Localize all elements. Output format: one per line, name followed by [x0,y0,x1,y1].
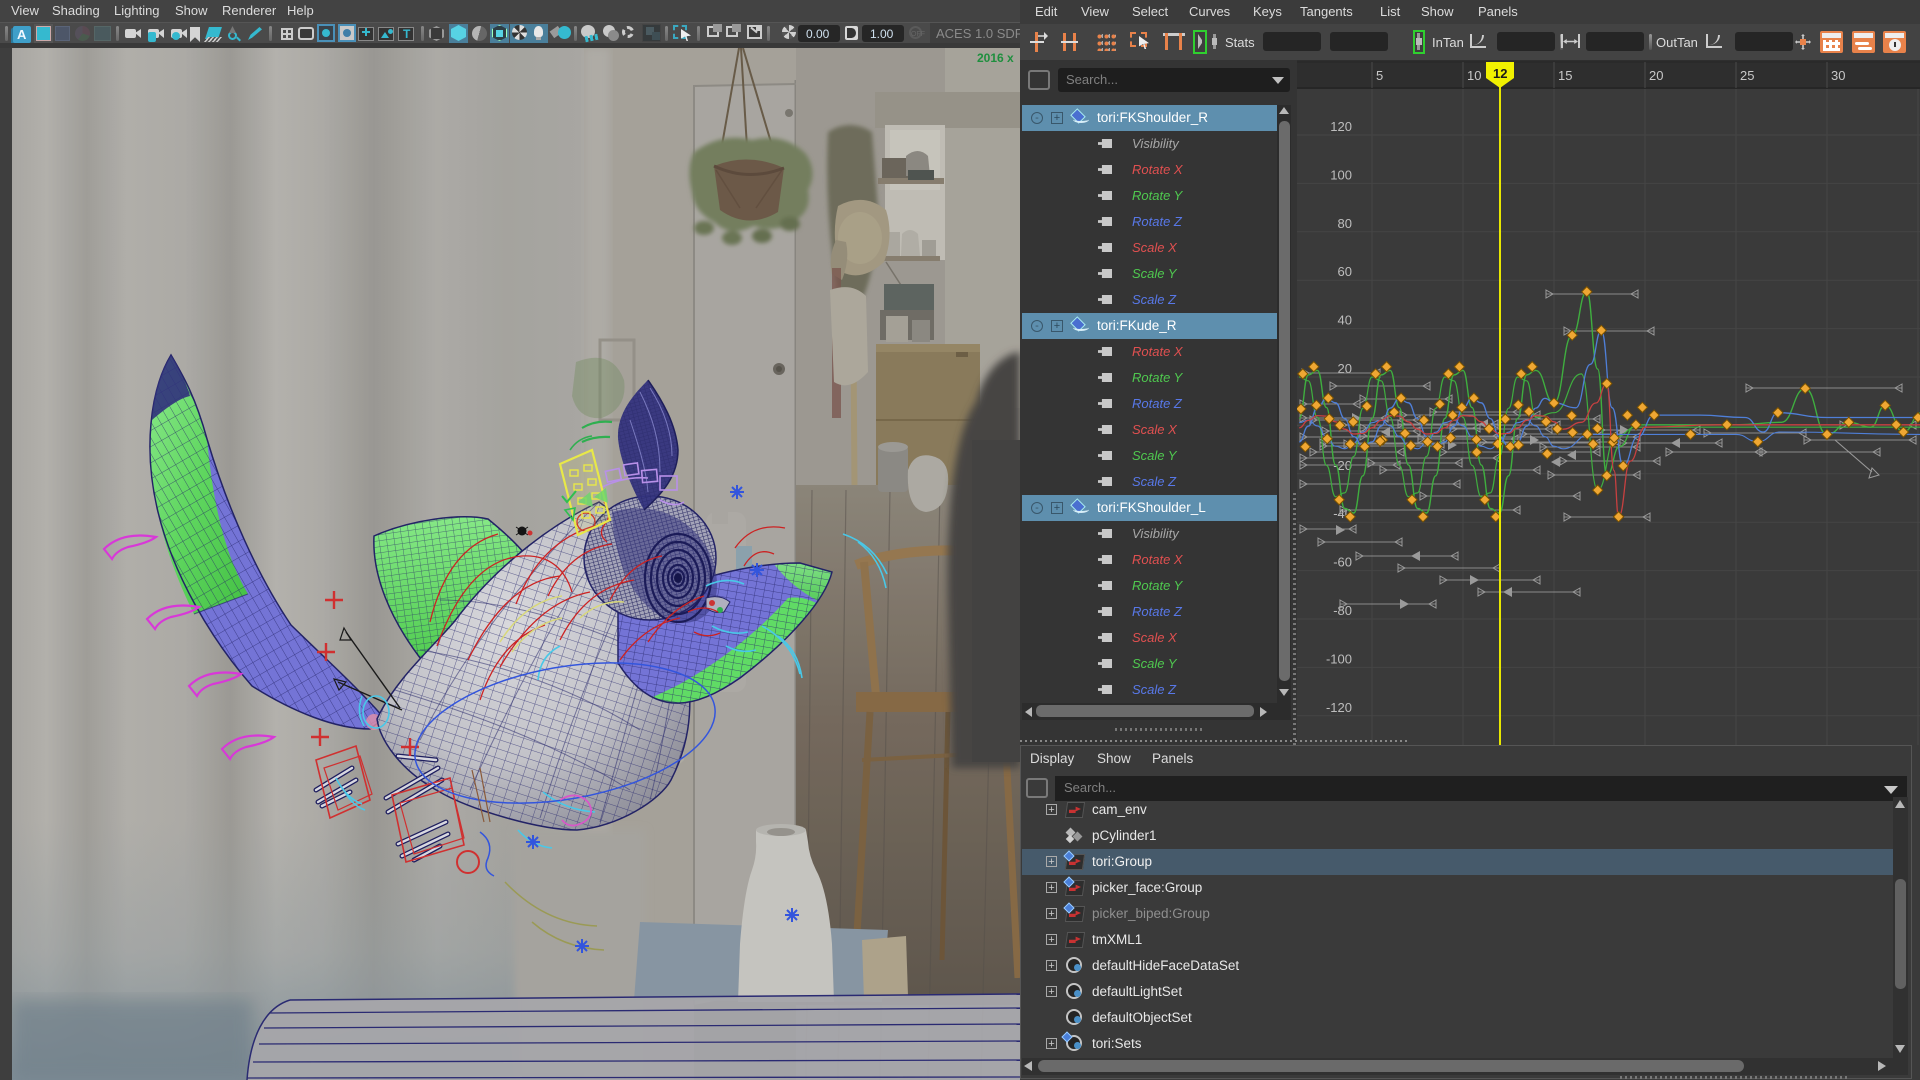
svg-text:30: 30 [1831,68,1845,83]
svg-text:80: 80 [1338,216,1352,231]
svg-text:-60: -60 [1333,555,1352,570]
svg-text:10: 10 [1467,68,1481,83]
svg-text:12: 12 [1493,66,1507,81]
svg-text:25: 25 [1740,68,1754,83]
svg-text:-80: -80 [1333,603,1352,618]
svg-text:60: 60 [1338,264,1352,279]
svg-text:2016 x: 2016 x [977,51,1014,65]
svg-text:15: 15 [1558,68,1572,83]
svg-text:40: 40 [1338,313,1352,328]
svg-text:-120: -120 [1326,700,1352,715]
svg-text:100: 100 [1330,167,1352,182]
svg-text:20: 20 [1338,361,1352,376]
svg-text:20: 20 [1649,68,1663,83]
svg-text:5: 5 [1376,68,1383,83]
svg-text:120: 120 [1330,119,1352,134]
svg-text:-100: -100 [1326,651,1352,666]
